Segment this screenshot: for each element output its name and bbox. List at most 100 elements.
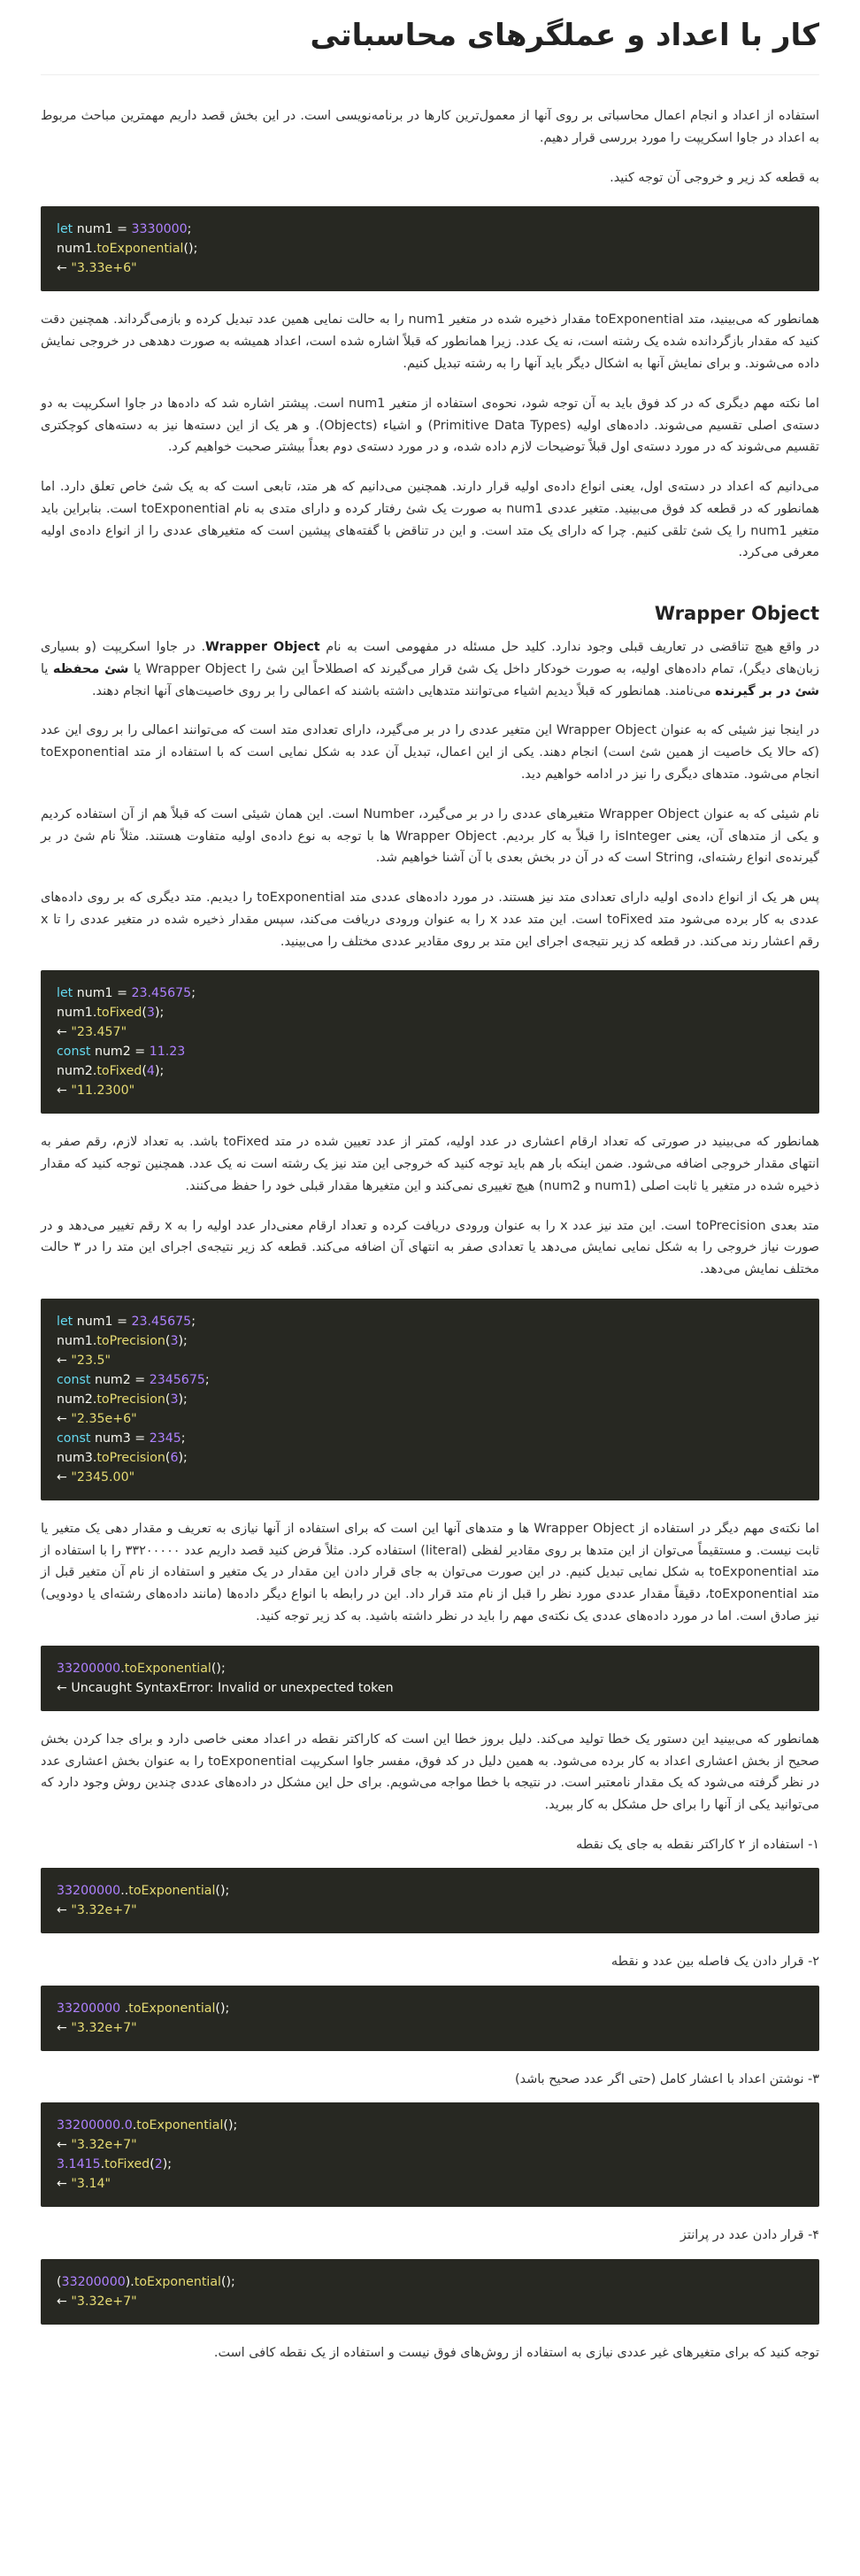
code-line: 33200000.0.toExponential(); xyxy=(57,2116,803,2135)
code-token: ); xyxy=(178,1392,188,1407)
code-token: 33200000 xyxy=(57,1884,121,1899)
code-token: ← xyxy=(57,1084,72,1099)
text-run: یا xyxy=(41,661,53,676)
code-token: "23.5" xyxy=(71,1353,111,1368)
code-line: 33200000.toExponential(); xyxy=(57,1659,803,1678)
code-line: ← "23.457" xyxy=(57,1022,803,1042)
solution-note: ۱- استفاده از ۲ کاراکتر نقطه به جای یک ن… xyxy=(576,1837,819,1852)
code-token: const xyxy=(57,1431,91,1446)
code-token: ← xyxy=(57,1411,72,1426)
code-line: let num1 = 3330000; xyxy=(57,220,803,239)
code-token: 2 xyxy=(154,2157,163,2172)
code-token: 3.1415 xyxy=(57,2157,101,2172)
code-line: ← "3.32e+7" xyxy=(57,1901,803,1920)
code-token: toExponential xyxy=(128,2001,216,2016)
code-token: "3.32e+7" xyxy=(71,2020,137,2035)
code-line: 3.1415.toFixed(2); xyxy=(57,2155,803,2174)
code-block[interactable]: let num1 = 3330000; num1.toExponential();… xyxy=(41,206,819,292)
code-token: 2345675 xyxy=(149,1372,205,1387)
code-token: num1. xyxy=(57,1006,97,1021)
code-token: toExponential xyxy=(136,2118,224,2133)
code-line: num1.toExponential(); xyxy=(57,239,803,258)
code-token: "2345.00" xyxy=(71,1469,135,1485)
solution-note: ۲- قرار دادن یک فاصله بین عدد و نقطه xyxy=(610,1955,819,1970)
paragraph: می‌دانیم که اعداد در دسته‌ی اول، یعنی ان… xyxy=(41,480,819,560)
code-line: ← "3.33e+6" xyxy=(57,258,803,278)
code-line: const num2 = 2345675; xyxy=(57,1370,803,1390)
code-token: (); xyxy=(215,1884,230,1899)
code-token: const xyxy=(57,1372,91,1387)
code-token: ← xyxy=(57,2294,72,2309)
text-run: می‌نامند. همانطور که قبلاً دیدیم اشیاء م… xyxy=(91,683,716,698)
code-token: let xyxy=(57,986,73,1001)
code-token: (); xyxy=(223,2118,238,2133)
code-line: num2.toFixed(4); xyxy=(57,1061,803,1081)
code-line: ← "3.32e+7" xyxy=(57,2292,803,2311)
code-token: 4 xyxy=(146,1064,155,1079)
code-block[interactable]: 33200000 .toExponential(); ← "3.32e+7" xyxy=(41,1985,819,2051)
code-block[interactable]: 33200000.0.toExponential(); ← "3.32e+7" 3.… xyxy=(41,2102,819,2208)
code-token: num3 = xyxy=(90,1431,150,1446)
code-token: (); xyxy=(183,242,198,257)
code-token: ; xyxy=(187,222,192,237)
code-token: ); xyxy=(178,1333,188,1348)
code-token: 23.45675 xyxy=(131,986,192,1001)
code-block[interactable]: (33200000).toExponential(); ← "3.32e+7" xyxy=(41,2258,819,2325)
code-token: ); xyxy=(162,2157,173,2172)
code-line: const num3 = 2345; xyxy=(57,1429,803,1448)
code-token: const xyxy=(57,1045,91,1060)
paragraph: در واقع هیچ تناقضی در تعاریف قبلی وجود ن… xyxy=(41,636,819,702)
code-block[interactable]: let num1 = 23.45675; num1.toFixed(3); ← "2… xyxy=(41,970,819,1114)
paragraph: اما نکته‌ی مهم دیگر در استفاده از Wrappe… xyxy=(41,1521,820,1623)
code-token: "3.14" xyxy=(71,2177,111,2192)
code-token: "2.35e+6" xyxy=(71,1411,137,1426)
section-heading: Wrapper Object xyxy=(654,603,819,625)
code-line: ← "3.32e+7" xyxy=(57,2018,803,2038)
code-token: . xyxy=(120,2001,129,2016)
code-token: ← xyxy=(57,1903,72,1918)
code-token: 33200000.0 xyxy=(57,2118,133,2133)
code-token: (); xyxy=(211,1661,226,1676)
code-token: ); xyxy=(178,1450,188,1465)
code-token: ← xyxy=(57,2138,72,2153)
code-line: 33200000 .toExponential(); xyxy=(57,1999,803,2018)
code-token: toFixed xyxy=(104,2157,150,2172)
code-line: ← "23.5" xyxy=(57,1351,803,1370)
code-token: let xyxy=(57,222,73,237)
code-token: 33200000 xyxy=(57,1661,121,1676)
paragraph: همانطور که می‌بینید در صورتی که تعداد ار… xyxy=(41,1135,819,1193)
code-line: num3.toPrecision(6); xyxy=(57,1448,803,1468)
code-token: num2 = xyxy=(90,1045,150,1060)
code-line: ← Uncaught SyntaxError: Invalid or unexp… xyxy=(57,1678,803,1698)
code-block[interactable]: let num1 = 23.45675; num1.toPrecision(3);… xyxy=(41,1298,819,1500)
code-block[interactable]: 33200000.toExponential(); ← Uncaught Synt… xyxy=(41,1645,819,1711)
code-line: let num1 = 23.45675; xyxy=(57,983,803,1003)
code-block[interactable]: 33200000..toExponential(); ← "3.32e+7" xyxy=(41,1868,819,1934)
code-token: "3.32e+7" xyxy=(71,2294,137,2309)
code-token: 2345 xyxy=(149,1431,181,1446)
code-token: toFixed xyxy=(96,1006,142,1021)
bold-term: شئ در بر گیرنده xyxy=(715,683,819,698)
code-token: 33200000 xyxy=(61,2274,126,2289)
code-token: .. xyxy=(120,1884,129,1899)
paragraph: متد بعدی toPrecision است. این متد نیز عد… xyxy=(41,1218,819,1277)
code-token: let xyxy=(57,1314,73,1329)
code-token: toPrecision xyxy=(96,1450,165,1465)
paragraph: پس هر یک از انواع داده‌ی اولیه دارای تعد… xyxy=(41,891,820,949)
code-line: num1.toFixed(3); xyxy=(57,1003,803,1022)
paragraph: توجه کنید که برای متغیرهای غیر عددی نیاز… xyxy=(213,2345,819,2360)
solution-note: ۴- قرار دادن عدد در پرانتز xyxy=(680,2228,819,2243)
solution-note: ۳- نوشتن اعداد با اعشار کامل (حتی اگر عد… xyxy=(515,2071,819,2086)
code-line: num2.toPrecision(3); xyxy=(57,1390,803,1409)
code-token: "3.32e+7" xyxy=(71,2138,137,2153)
code-token: "3.32e+7" xyxy=(71,1903,137,1918)
code-token: ← Uncaught SyntaxError: Invalid or unexp… xyxy=(57,1680,394,1695)
code-line: ← "3.32e+7" xyxy=(57,2135,803,2155)
code-token: 23.45675 xyxy=(131,1314,192,1329)
code-token: num2 = xyxy=(90,1372,150,1387)
code-token: toExponential xyxy=(124,1661,211,1676)
code-token: ← xyxy=(57,261,72,276)
code-token: num1. xyxy=(57,242,97,257)
code-token: ← xyxy=(57,1353,72,1368)
code-token: toExponential xyxy=(128,1884,216,1899)
